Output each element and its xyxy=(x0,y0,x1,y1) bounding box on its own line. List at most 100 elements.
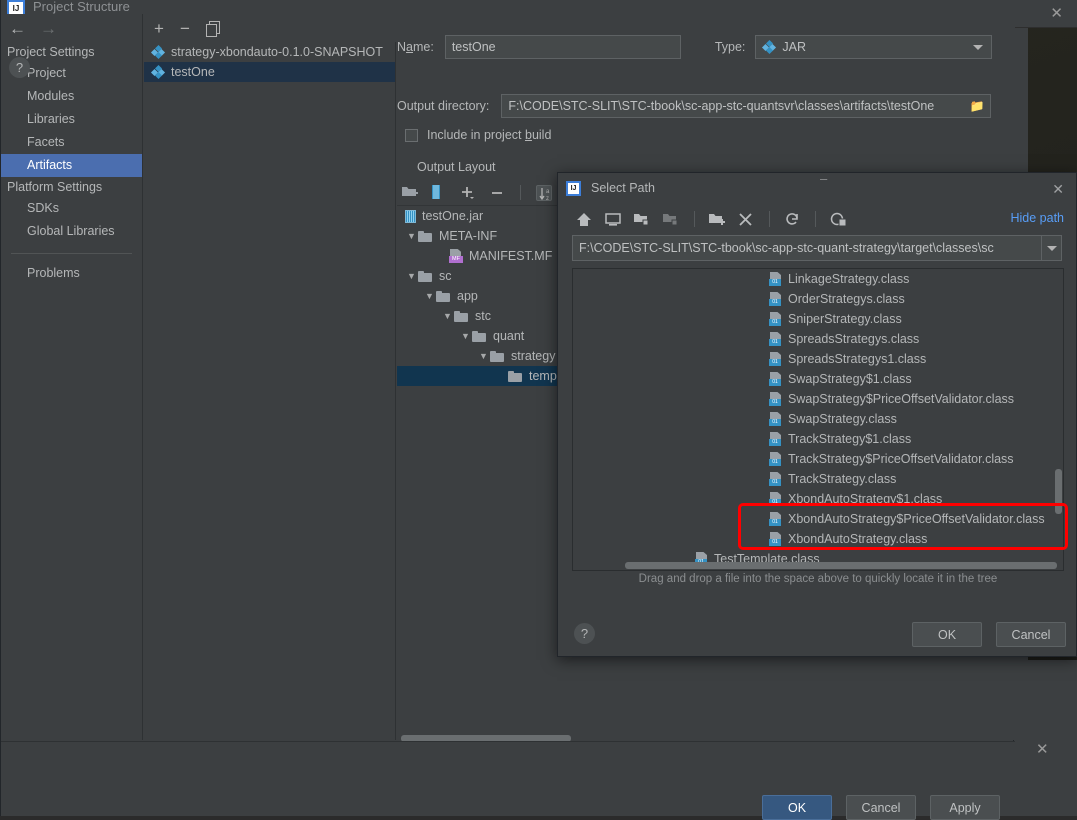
artifact-type-select[interactable]: JAR xyxy=(755,35,993,59)
background-close-icon-2[interactable]: ✕ xyxy=(1036,742,1049,757)
add-artifact-icon[interactable]: + xyxy=(154,20,164,37)
list-item-label: strategy-xbondauto-0.1.0-SNAPSHOT xyxy=(171,45,383,59)
chevron-down-icon[interactable]: ▼ xyxy=(441,311,454,321)
remove-icon[interactable] xyxy=(489,185,505,201)
sidebar-item-modules[interactable]: Modules xyxy=(1,85,142,108)
select-path-titlebar: IJ Select Path – ✕ xyxy=(558,171,1076,203)
class-file-icon xyxy=(769,472,782,486)
sidebar-navbar: ← → xyxy=(1,14,142,42)
sidebar-item-artifacts[interactable]: Artifacts xyxy=(1,154,142,177)
select-path-dialog: IJ Select Path – ✕ Hide path F:\CODE\STC… xyxy=(557,171,1077,657)
sidebar-item-libraries[interactable]: Libraries xyxy=(1,108,142,131)
add-directory-icon[interactable] xyxy=(402,185,418,201)
file-tree[interactable]: LinkageStrategy.class OrderStrategys.cla… xyxy=(572,268,1064,571)
minimize-icon[interactable]: – xyxy=(820,171,827,186)
folder-browse-icon[interactable]: 📁 xyxy=(964,95,990,117)
include-in-project-build-row[interactable]: Include in project build xyxy=(405,128,551,142)
delete-icon[interactable] xyxy=(738,212,755,227)
cancel-button[interactable]: Cancel xyxy=(996,622,1066,647)
chevron-down-icon[interactable]: ▼ xyxy=(477,351,490,361)
file-tree-vertical-scrollbar[interactable] xyxy=(1055,469,1062,514)
home-icon[interactable] xyxy=(576,212,593,227)
chevron-down-icon[interactable]: ▼ xyxy=(405,231,418,241)
artifact-name-input[interactable]: testOne xyxy=(444,35,681,59)
background-close-icon[interactable]: ✕ xyxy=(1050,6,1063,21)
chevron-down-icon[interactable]: ▼ xyxy=(459,331,472,341)
tree-row-label: stc xyxy=(475,309,491,323)
list-item[interactable]: strategy-xbondauto-0.1.0-SNAPSHOT xyxy=(144,42,395,62)
tree-row[interactable]: TrackStrategy$PriceOffsetValidator.class xyxy=(573,449,1063,469)
class-file-icon xyxy=(769,432,782,446)
add-archive-icon[interactable] xyxy=(431,184,447,201)
drag-drop-hint: Drag and drop a file into the space abov… xyxy=(638,573,998,585)
file-tree-horizontal-scrollbar[interactable] xyxy=(625,562,1057,569)
ok-button[interactable]: OK xyxy=(912,622,982,647)
tree-row[interactable]: XbondAutoStrategy$1.class xyxy=(573,489,1063,509)
close-icon[interactable]: ✕ xyxy=(1052,181,1064,198)
sidebar-item-global-libraries[interactable]: Global Libraries xyxy=(1,220,142,243)
new-folder-icon[interactable] xyxy=(709,212,726,227)
output-directory-input[interactable]: F:\CODE\STC-SLIT\STC-tbook\sc-app-stc-qu… xyxy=(501,94,992,118)
class-file-icon xyxy=(769,332,782,346)
refresh-icon[interactable] xyxy=(784,212,801,227)
tree-row[interactable]: SpreadsStrategys.class xyxy=(573,329,1063,349)
path-value: F:\CODE\STC-SLIT\STC-tbook\sc-app-stc-qu… xyxy=(579,241,994,255)
tree-row[interactable]: OrderStrategys.class xyxy=(573,289,1063,309)
sidebar-group-platform-settings: Platform Settings xyxy=(7,180,103,194)
desktop-icon[interactable] xyxy=(605,212,622,227)
list-item[interactable]: testOne xyxy=(144,62,395,82)
include-in-project-build-checkbox[interactable] xyxy=(405,128,418,142)
tree-row-label: strategy xyxy=(511,349,556,363)
tree-row-label: XbondAutoStrategy$PriceOffsetValidator.c… xyxy=(788,512,1045,526)
add-icon[interactable] xyxy=(460,185,476,201)
sidebar-item-facets[interactable]: Facets xyxy=(1,131,142,154)
tree-row-label: TrackStrategy$1.class xyxy=(788,432,912,446)
intellij-logo-icon: IJ xyxy=(7,0,25,14)
help-button[interactable]: ? xyxy=(574,623,595,644)
expand-tree-icon[interactable] xyxy=(634,212,651,227)
output-directory-value: F:\CODE\STC-SLIT\STC-tbook\sc-app-stc-qu… xyxy=(508,99,935,113)
chevron-down-icon[interactable]: ▼ xyxy=(405,271,418,281)
tree-row[interactable]: XbondAutoStrategy.class xyxy=(573,529,1063,549)
arrow-left-icon[interactable]: ← xyxy=(9,20,26,37)
tree-row[interactable]: TrackStrategy$1.class xyxy=(573,429,1063,449)
class-file-icon xyxy=(769,372,782,386)
help-button[interactable]: ? xyxy=(9,57,30,78)
arrow-right-icon[interactable]: → xyxy=(40,20,57,37)
sidebar-item-problems[interactable]: Problems xyxy=(1,262,142,285)
tree-row[interactable]: LinkageStrategy.class xyxy=(573,269,1063,289)
tree-row[interactable]: SwapStrategy$PriceOffsetValidator.class xyxy=(573,389,1063,409)
show-hidden-icon[interactable] xyxy=(830,212,847,227)
path-combo[interactable]: F:\CODE\STC-SLIT\STC-tbook\sc-app-stc-qu… xyxy=(572,235,1062,261)
tree-row[interactable]: SwapStrategy.class xyxy=(573,409,1063,429)
background-window-lower: ✕ xyxy=(1014,660,1077,816)
tree-row[interactable]: SpreadsStrategys1.class xyxy=(573,349,1063,369)
jar-file-icon xyxy=(405,209,416,223)
cancel-button[interactable]: Cancel xyxy=(846,795,916,820)
intellij-logo-icon: IJ xyxy=(566,180,581,196)
tree-row[interactable]: TrackStrategy.class xyxy=(573,469,1063,489)
folder-icon xyxy=(436,290,451,302)
remove-artifact-icon[interactable]: − xyxy=(180,20,190,37)
apply-button[interactable]: Apply xyxy=(930,795,1000,820)
copy-artifact-icon[interactable] xyxy=(205,21,220,37)
ok-button[interactable]: OK xyxy=(762,795,832,820)
chevron-down-icon xyxy=(973,45,984,50)
class-file-icon xyxy=(769,272,782,286)
tree-row-label: SwapStrategy$1.class xyxy=(788,372,912,386)
tree-row[interactable]: SwapStrategy$1.class xyxy=(573,369,1063,389)
sort-az-icon[interactable]: a z xyxy=(536,184,552,202)
select-path-toolbar: Hide path xyxy=(558,203,1076,235)
svg-text:z: z xyxy=(546,196,549,201)
sidebar-item-sdks[interactable]: SDKs xyxy=(1,197,142,220)
collapse-tree-icon[interactable] xyxy=(663,212,680,227)
toolbar-separator xyxy=(769,211,770,227)
output-directory-row: Output directory: F:\CODE\STC-SLIT\STC-t… xyxy=(397,93,1015,119)
tree-row[interactable]: ▶ generated-sources xyxy=(573,569,1063,570)
chevron-down-icon[interactable] xyxy=(1041,236,1061,260)
class-file-icon xyxy=(769,512,782,526)
tree-row[interactable]: XbondAutoStrategy$PriceOffsetValidator.c… xyxy=(573,509,1063,529)
tree-row[interactable]: SniperStrategy.class xyxy=(573,309,1063,329)
hide-path-link[interactable]: Hide path xyxy=(1010,211,1064,225)
chevron-down-icon[interactable]: ▼ xyxy=(423,291,436,301)
